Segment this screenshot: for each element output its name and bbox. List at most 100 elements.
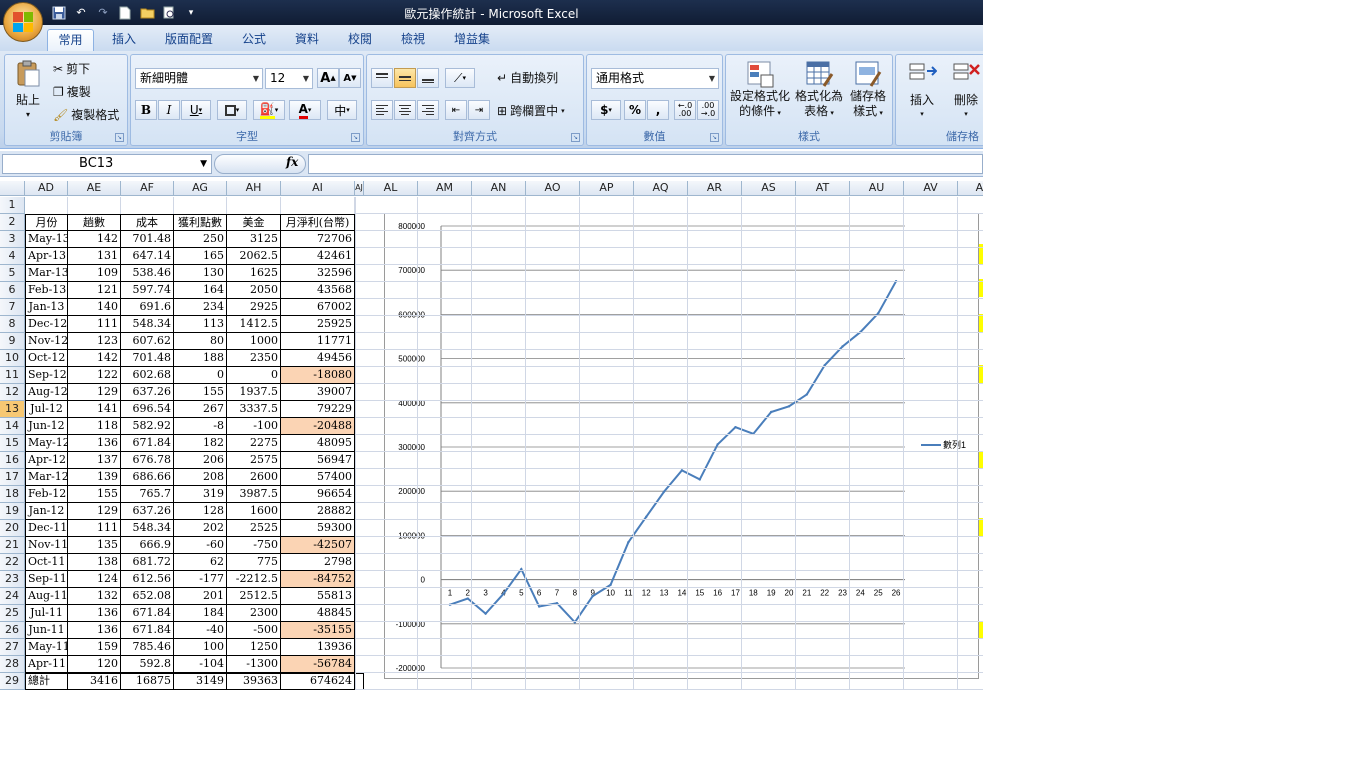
- table-cell[interactable]: 602.68: [121, 367, 174, 384]
- column-header[interactable]: AI: [281, 181, 355, 196]
- table-cell[interactable]: 139: [68, 469, 121, 486]
- table-cell[interactable]: 0: [174, 367, 227, 384]
- row-header[interactable]: 22: [0, 554, 25, 571]
- decrease-indent-button[interactable]: ⇤: [445, 100, 467, 120]
- tab-insert[interactable]: 插入: [103, 29, 145, 52]
- increase-decimal-button[interactable]: ←.0 .00: [674, 100, 696, 120]
- column-header[interactable]: AG: [174, 181, 227, 196]
- table-cell[interactable]: 2275: [227, 435, 281, 452]
- row-header[interactable]: 25: [0, 605, 25, 622]
- row-header[interactable]: 15: [0, 435, 25, 452]
- cell-styles-button[interactable]: 儲存格 樣式 ▾: [846, 59, 890, 121]
- tab-home[interactable]: 常用: [47, 29, 94, 52]
- table-cell[interactable]: -20488: [281, 418, 355, 435]
- column-header[interactable]: AE: [68, 181, 121, 196]
- row-header[interactable]: 29: [0, 673, 25, 690]
- table-cell[interactable]: 319: [174, 486, 227, 503]
- table-header-cell[interactable]: 美金: [227, 214, 281, 231]
- merge-center-button[interactable]: ⊞ 跨欄置中 ▾: [497, 102, 565, 119]
- row-header[interactable]: 1: [0, 197, 25, 214]
- table-cell[interactable]: 1250: [227, 639, 281, 656]
- comma-button[interactable]: ,: [647, 100, 669, 120]
- row-header[interactable]: 7: [0, 299, 25, 316]
- column-header[interactable]: AR: [688, 181, 742, 196]
- table-cell[interactable]: 582.92: [121, 418, 174, 435]
- table-cell[interactable]: 637.26: [121, 384, 174, 401]
- table-cell[interactable]: 131: [68, 248, 121, 265]
- table-cell[interactable]: 136: [68, 435, 121, 452]
- table-cell[interactable]: 129: [68, 503, 121, 520]
- table-cell[interactable]: 234: [174, 299, 227, 316]
- table-cell[interactable]: 2300: [227, 605, 281, 622]
- table-cell[interactable]: 96654: [281, 486, 355, 503]
- table-cell[interactable]: 671.84: [121, 605, 174, 622]
- row-header[interactable]: 4: [0, 248, 25, 265]
- table-cell[interactable]: -500: [227, 622, 281, 639]
- table-cell[interactable]: 111: [68, 520, 121, 537]
- table-cell[interactable]: 3987.5: [227, 486, 281, 503]
- tab-page-layout[interactable]: 版面配置: [155, 29, 223, 52]
- table-cell[interactable]: 607.62: [121, 333, 174, 350]
- table-header-cell[interactable]: 成本: [121, 214, 174, 231]
- table-cell[interactable]: 122: [68, 367, 121, 384]
- table-cell[interactable]: 2798: [281, 554, 355, 571]
- row-header[interactable]: 2: [0, 214, 25, 231]
- table-cell[interactable]: 43568: [281, 282, 355, 299]
- column-header[interactable]: AL: [364, 181, 418, 196]
- table-cell[interactable]: 775: [227, 554, 281, 571]
- table-cell[interactable]: Aug-12: [25, 384, 68, 401]
- table-cell[interactable]: 62: [174, 554, 227, 571]
- table-cell[interactable]: -104: [174, 656, 227, 673]
- table-cell[interactable]: 652.08: [121, 588, 174, 605]
- table-cell[interactable]: Oct-11: [25, 554, 68, 571]
- table-cell[interactable]: 28882: [281, 503, 355, 520]
- number-format-combo[interactable]: 通用格式 ▼: [591, 68, 719, 89]
- copy-button[interactable]: ❐ 複製: [53, 83, 91, 100]
- table-cell[interactable]: 137: [68, 452, 121, 469]
- table-cell[interactable]: Apr-11: [25, 656, 68, 673]
- column-header[interactable]: AT: [796, 181, 850, 196]
- table-cell[interactable]: 206: [174, 452, 227, 469]
- table-cell[interactable]: 132: [68, 588, 121, 605]
- select-all-corner[interactable]: [0, 181, 25, 196]
- row-header[interactable]: 16: [0, 452, 25, 469]
- row-header[interactable]: 21: [0, 537, 25, 554]
- table-cell[interactable]: 208: [174, 469, 227, 486]
- table-cell[interactable]: Apr-13: [25, 248, 68, 265]
- table-cell[interactable]: 548.34: [121, 316, 174, 333]
- table-cell[interactable]: 1000: [227, 333, 281, 350]
- font-name-combo[interactable]: 新細明體 ▼: [135, 68, 263, 89]
- table-cell[interactable]: -40: [174, 622, 227, 639]
- table-cell[interactable]: -100: [227, 418, 281, 435]
- table-cell[interactable]: 184: [174, 605, 227, 622]
- table-cell[interactable]: 165: [174, 248, 227, 265]
- tab-formulas[interactable]: 公式: [233, 29, 275, 52]
- table-cell[interactable]: -18080: [281, 367, 355, 384]
- table-cell[interactable]: Sep-12: [25, 367, 68, 384]
- insert-cells-button[interactable]: 插入 ▾: [902, 59, 942, 118]
- shrink-font-button[interactable]: A ▼: [339, 68, 361, 88]
- table-cell[interactable]: 701.48: [121, 231, 174, 248]
- row-header[interactable]: 28: [0, 656, 25, 673]
- table-cell[interactable]: 2062.5: [227, 248, 281, 265]
- grow-font-button[interactable]: A ▲: [317, 68, 339, 88]
- table-header-cell[interactable]: 月份: [25, 214, 68, 231]
- percent-button[interactable]: %: [624, 100, 646, 120]
- table-cell[interactable]: 267: [174, 401, 227, 418]
- table-cell[interactable]: 250: [174, 231, 227, 248]
- table-cell[interactable]: 135: [68, 537, 121, 554]
- table-cell[interactable]: 55813: [281, 588, 355, 605]
- table-cell[interactable]: 130: [174, 265, 227, 282]
- row-header[interactable]: 19: [0, 503, 25, 520]
- table-cell[interactable]: -177: [174, 571, 227, 588]
- table-cell[interactable]: 548.34: [121, 520, 174, 537]
- table-cell[interactable]: -35155: [281, 622, 355, 639]
- table-cell[interactable]: Jul-11: [25, 605, 68, 622]
- table-cell[interactable]: Dec-11: [25, 520, 68, 537]
- bold-button[interactable]: B: [135, 100, 157, 120]
- currency-button[interactable]: $ ▾: [591, 100, 621, 120]
- underline-button[interactable]: U ▾: [181, 100, 211, 120]
- row-header[interactable]: 12: [0, 384, 25, 401]
- table-cell[interactable]: 202: [174, 520, 227, 537]
- table-cell[interactable]: 691.6: [121, 299, 174, 316]
